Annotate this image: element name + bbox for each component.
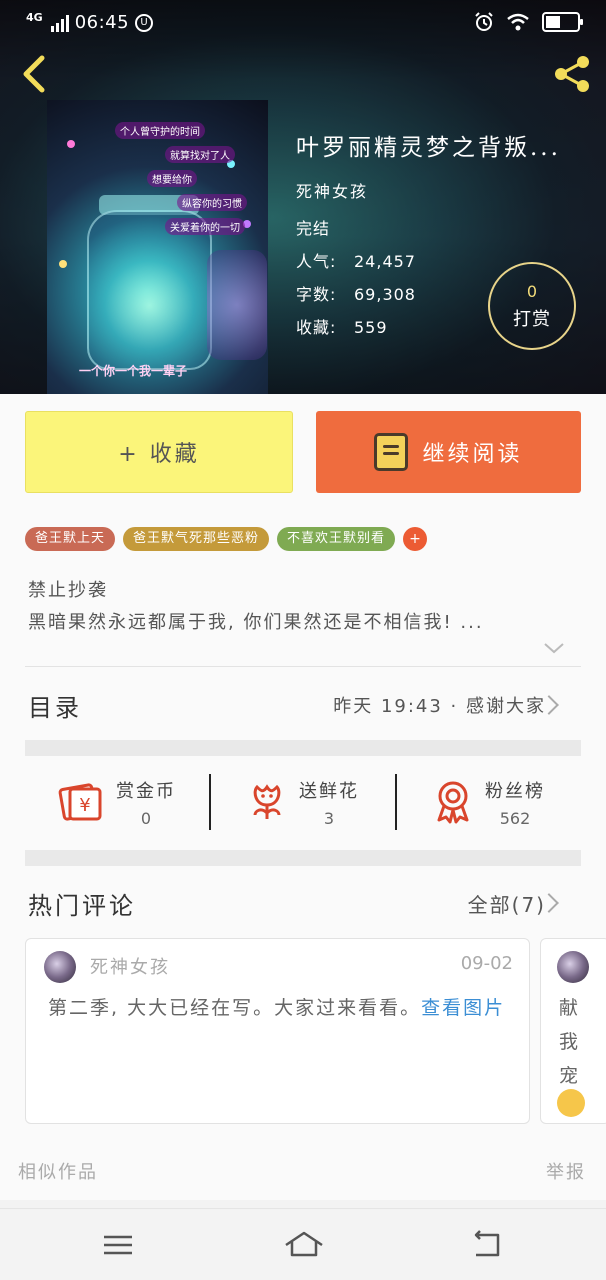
continue-reading-button[interactable]: 继续阅读: [316, 411, 581, 493]
popularity-label: 人气:: [296, 252, 337, 271]
toc-title: 目录: [28, 694, 82, 722]
wordcount-value: 69,308: [354, 285, 416, 304]
medal-icon: [437, 781, 469, 824]
stat-value: 3: [323, 808, 335, 828]
menu-icon: [104, 1235, 132, 1255]
stat-flowers[interactable]: 送鲜花 3: [211, 756, 395, 848]
stat-label: 送鲜花: [299, 780, 359, 802]
comment-card[interactable]: 献我宠: [540, 938, 606, 1124]
comment-date: 09-02: [460, 953, 513, 974]
latest-chapter: 昨天 19:43 · 感谢大家: [333, 696, 546, 717]
description-line-2: 黑暗果然永远都属于我, 你们果然还是不相信我! ...: [28, 612, 484, 633]
cover-jar-small: [207, 250, 267, 360]
reward-label: 打赏: [513, 309, 551, 330]
back-button[interactable]: [14, 52, 54, 96]
stat-flowers-text: 送鲜花 3: [299, 777, 359, 828]
status-left: 4G 06:45 U: [26, 11, 154, 33]
similar-works-label: 相似作品: [18, 1162, 98, 1183]
continue-reading-label: 继续阅读: [422, 442, 523, 467]
svg-text:¥: ¥: [79, 795, 90, 816]
book-status: 完结: [296, 219, 331, 238]
chevron-left-icon: [23, 55, 45, 93]
alarm-icon: [475, 12, 493, 31]
stat-fans-text: 粉丝榜 562: [485, 777, 545, 828]
menu-button[interactable]: [100, 1227, 140, 1263]
avatar[interactable]: [557, 951, 589, 983]
hot-comments-title: 热门评论: [28, 892, 136, 920]
book-icon: [374, 433, 409, 471]
cover-caption: 一个你一个我一辈子: [79, 364, 188, 378]
flower-icon: [253, 784, 281, 819]
description-line-1: 禁止抄袭: [28, 580, 108, 601]
avatar[interactable]: [44, 951, 76, 983]
favorites-value: 559: [354, 318, 388, 337]
stat-coins-text: 赏金币 0: [116, 777, 176, 828]
cover-text: 纵容你的习惯: [177, 194, 247, 211]
book-cover[interactable]: 个人曾守护的时间 就算找对了人 想要给你 纵容你的习惯 关爱着你的一切 一个你一…: [47, 100, 268, 394]
table-of-contents-row[interactable]: 目录 昨天 19:43 · 感谢大家: [0, 668, 606, 740]
status-right: [474, 12, 583, 32]
signal-icon: [50, 14, 69, 32]
comment-body: 第二季, 大大已经在写。大家过来看看。查看图片: [48, 991, 508, 1025]
reward-count: 0: [526, 282, 538, 301]
back-nav-button[interactable]: [468, 1227, 508, 1263]
clock: 06:45: [74, 12, 130, 33]
comment-text: 第二季, 大大已经在写。大家过来看看。: [48, 997, 422, 1019]
book-author[interactable]: 死神女孩: [296, 178, 591, 202]
home-button[interactable]: [282, 1227, 323, 1263]
cover-sparkle: [59, 260, 67, 268]
comment-author[interactable]: 死神女孩: [90, 953, 170, 979]
comment-card[interactable]: 死神女孩 09-02 第二季, 大大已经在写。大家过来看看。查看图片: [25, 938, 530, 1124]
expand-description-button[interactable]: [542, 640, 566, 656]
wordcount-label: 字数:: [296, 285, 337, 304]
share-icon: [555, 56, 589, 92]
emoji-icon: [557, 1089, 585, 1117]
stat-label: 赏金币: [116, 780, 176, 802]
collect-button[interactable]: + 收藏: [25, 411, 293, 493]
wifi-icon: [507, 13, 529, 31]
tag[interactable]: 爸王默上天: [25, 527, 116, 551]
battery-icon: [542, 12, 583, 32]
stat-value: 562: [499, 808, 531, 828]
tag[interactable]: 爸王默气死那些恶粉: [123, 527, 270, 551]
notification-badge-icon: U: [135, 13, 154, 32]
section-separator: [25, 740, 581, 756]
cover-text: 就算找对了人: [165, 146, 235, 163]
popularity-value: 24,457: [354, 252, 416, 271]
stat-value: 0: [140, 808, 152, 828]
share-button[interactable]: [550, 52, 594, 96]
cover-text: 个人曾守护的时间: [115, 122, 205, 139]
favorites-label: 收藏:: [296, 318, 337, 337]
stat-fans[interactable]: 粉丝榜 562: [397, 756, 581, 848]
cover-text: 想要给你: [147, 170, 197, 187]
reward-button[interactable]: 0 打赏: [488, 262, 576, 350]
divider: [25, 666, 581, 667]
tag[interactable]: 不喜欢王默别看: [277, 527, 396, 551]
report-link[interactable]: 举报: [546, 1158, 586, 1184]
book-title: 叶罗丽精灵梦之背叛...: [296, 135, 561, 161]
section-separator: [25, 850, 581, 866]
cover-text: 关爱着你的一切: [165, 218, 245, 235]
status-bar: 4G 06:45 U: [0, 0, 606, 46]
yen-icon: ¥: [58, 783, 102, 821]
cover-sparkle: [67, 140, 75, 148]
tag-list: 爸王默上天 爸王默气死那些恶粉 不喜欢王默别看 +: [25, 527, 428, 551]
comment-text: 献我宠: [559, 997, 579, 1087]
network-label: 4G: [26, 11, 43, 24]
all-comments-link[interactable]: 全部(7): [468, 889, 546, 918]
system-nav-bar: [0, 1208, 606, 1280]
stat-label: 粉丝榜: [485, 780, 545, 802]
book-body: + 收藏 继续阅读 爸王默上天 爸王默气死那些恶粉 不喜欢王默别看 + 禁止抄袭…: [0, 394, 606, 1200]
book-detail-screen: 4G 06:45 U 个人曾守护的时间 就算找对了人 想要给你 纵容你的习惯 关…: [0, 0, 606, 1280]
stat-coins[interactable]: ¥ 赏金币 0: [25, 756, 209, 848]
view-image-link[interactable]: 查看图片: [421, 997, 505, 1019]
stats-bar: ¥ 赏金币 0 送鲜花 3 粉丝榜 562: [25, 756, 581, 848]
home-icon: [285, 1231, 323, 1257]
chevron-down-icon: [544, 643, 564, 654]
return-icon: [474, 1230, 500, 1257]
add-tag-button[interactable]: +: [403, 527, 428, 551]
